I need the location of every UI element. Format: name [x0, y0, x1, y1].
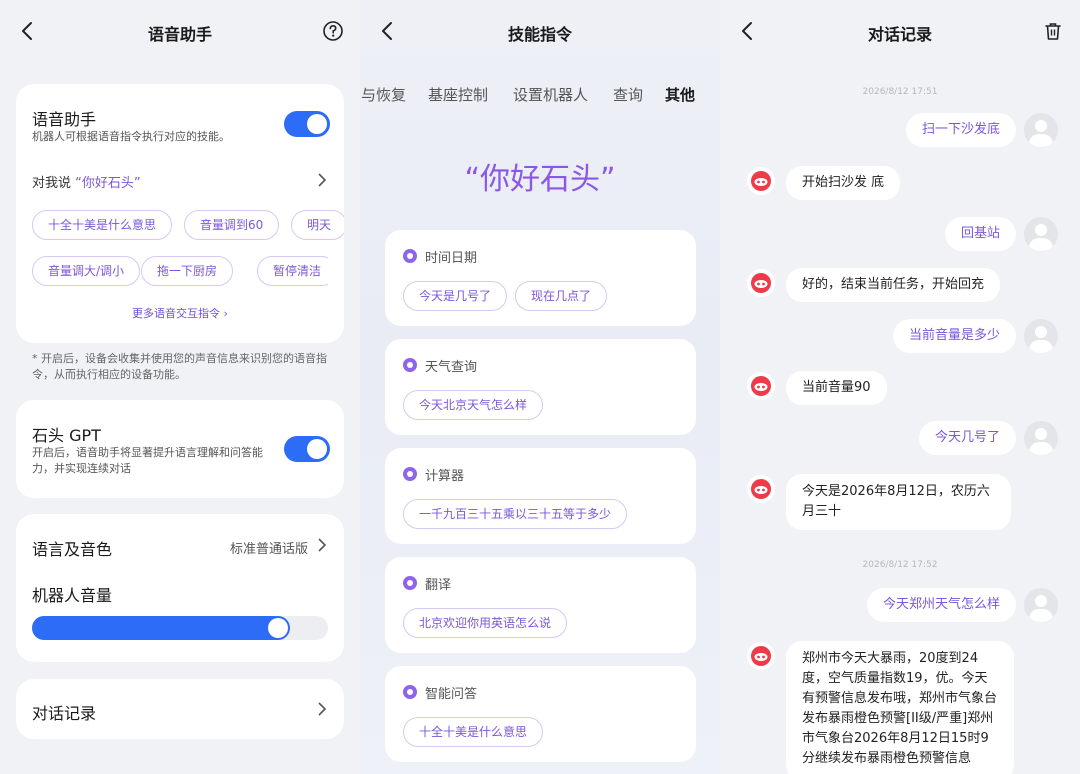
robot-message: 当前音量90	[786, 371, 887, 405]
timestamp: 2026/8/12 17:51	[862, 87, 938, 97]
user-message: 当前音量是多少	[892, 319, 1016, 353]
trash-icon[interactable]	[1042, 20, 1064, 42]
skill-example-chip[interactable]: 十全十美是什么意思	[403, 717, 544, 747]
robot-avatar-icon	[747, 167, 775, 195]
example-chip[interactable]: 暂停清洁	[257, 256, 328, 286]
user-avatar	[1024, 113, 1058, 147]
example-chips-row1: 十全十美是什么意思 音量调到60 明天	[32, 209, 344, 241]
skill-name: 计算器	[425, 469, 465, 484]
top-bar: 技能指令	[360, 0, 720, 62]
history-label: 对话记录	[32, 704, 97, 723]
skill-bullet-icon	[403, 685, 417, 699]
robot-message: 好的，结束当前任务，开始回充	[786, 268, 1001, 302]
user-avatar	[1024, 217, 1058, 251]
voice-assistant-panel: 语音助手 语音助手 机器人可根据语音指令执行对应的技能。 对我说 “你好石头” …	[0, 0, 360, 774]
skill-card-weather: 天气查询 今天北京天气怎么样	[385, 339, 696, 435]
voice-assistant-toggle[interactable]	[284, 111, 330, 137]
skill-example-chip[interactable]: 现在几点了	[515, 281, 608, 311]
robot-avatar-icon	[747, 372, 775, 400]
user-message: 今天郑州天气怎么样	[866, 588, 1016, 622]
user-message: 今天几号了	[918, 421, 1016, 455]
skill-card-qa: 智能问答 十全十美是什么意思	[385, 666, 696, 762]
gpt-card: 石头 GPT 开启后，语音助手将显著提升语言理解和问答能力，并实现连续对话	[16, 400, 344, 498]
wake-word-prefix: 对我说	[32, 176, 72, 191]
conversation-history-panel: 对话记录 2026/8/12 17:51 扫一下沙发底 开始扫沙发 底 回基站 …	[720, 0, 1080, 774]
voice-assistant-card: 语音助手 机器人可根据语音指令执行对应的技能。 对我说 “你好石头” 十全十美是…	[16, 84, 344, 343]
more-commands-link[interactable]: 更多语音交互指令 ›	[16, 305, 344, 321]
top-bar: 语音助手	[0, 0, 360, 62]
volume-slider[interactable]	[32, 616, 328, 640]
skill-card-time-date: 时间日期 今天是几号了 现在几点了	[385, 230, 696, 326]
skill-commands-panel: 技能指令 与恢复 基座控制 设置机器人 查询 其他 “你好石头” 时间日期 今天…	[360, 0, 720, 774]
user-avatar	[1024, 421, 1058, 455]
robot-message: 郑州市今天大暴雨，20度到24度，空气质量指数19，优。今天有预警信息发布哦，郑…	[786, 641, 1014, 774]
skill-name: 智能问答	[425, 687, 478, 702]
wake-word-heading: “你好石头”	[464, 162, 616, 197]
example-chip[interactable]: 音量调大/调小	[32, 256, 141, 286]
wake-word-row[interactable]: 对我说 “你好石头”	[32, 172, 141, 191]
skill-example-chip[interactable]: 今天是几号了	[403, 281, 508, 311]
skill-name: 天气查询	[425, 360, 478, 375]
robot-avatar-icon	[747, 269, 775, 297]
user-avatar	[1024, 588, 1058, 622]
skill-example-chip[interactable]: 今天北京天气怎么样	[403, 390, 544, 420]
gpt-title: 石头 GPT	[32, 426, 101, 445]
tab-robot-settings[interactable]: 设置机器人	[513, 84, 588, 105]
privacy-note: * 开启后，设备会收集并使用您的声音信息来识别您的语音指令，从而执行相应的设备功…	[32, 352, 327, 381]
volume-label: 机器人音量	[32, 586, 113, 605]
example-chips-row2: 音量调大/调小 拖一下厨房 暂停清洁	[32, 255, 328, 287]
help-icon[interactable]	[322, 20, 344, 42]
skill-name: 翻译	[425, 578, 452, 593]
tab-other[interactable]: 其他	[665, 84, 695, 105]
skill-bullet-icon	[403, 249, 417, 263]
example-chip[interactable]: 拖一下厨房	[141, 256, 234, 286]
example-chip[interactable]: 音量调到60	[184, 210, 280, 240]
language-voice-label: 语言及音色	[32, 540, 113, 559]
top-bar: 对话记录	[720, 0, 1080, 62]
language-voice-value[interactable]: 标准普通话版	[230, 538, 308, 557]
skill-card-calculator: 计算器 一千九百三十五乘以三十五等于多少	[385, 448, 696, 544]
skill-card-translate: 翻译 北京欢迎你用英语怎么说	[385, 557, 696, 653]
sound-settings-card: 语言及音色 标准普通话版 机器人音量	[16, 514, 344, 662]
chevron-right-icon[interactable]	[317, 702, 327, 716]
robot-avatar-icon	[747, 642, 775, 670]
example-chip[interactable]: 十全十美是什么意思	[32, 210, 173, 240]
tab-query[interactable]: 查询	[613, 84, 643, 105]
timestamp: 2026/8/12 17:52	[862, 560, 938, 570]
robot-message: 今天是2026年8月12日，农历六月三十	[786, 474, 1011, 530]
wake-word: “你好石头”	[75, 176, 141, 191]
page-title: 语音助手	[147, 25, 212, 44]
skill-example-chip[interactable]: 北京欢迎你用英语怎么说	[403, 608, 568, 638]
user-avatar	[1024, 319, 1058, 353]
chevron-right-icon[interactable]	[317, 538, 327, 552]
category-tabs: 与恢复 基座控制 设置机器人 查询 其他	[360, 84, 720, 108]
voice-assistant-desc: 机器人可根据语音指令执行对应的技能。	[32, 130, 230, 143]
skill-bullet-icon	[403, 467, 417, 481]
voice-assistant-title: 语音助手	[32, 110, 97, 129]
tab-base-control[interactable]: 基座控制	[428, 84, 488, 105]
page-title: 对话记录	[867, 25, 932, 44]
gpt-toggle[interactable]	[284, 436, 330, 462]
skill-bullet-icon	[403, 358, 417, 372]
skill-name: 时间日期	[425, 251, 478, 266]
skill-example-chip[interactable]: 一千九百三十五乘以三十五等于多少	[403, 499, 628, 529]
gpt-desc: 开启后，语音助手将显著提升语言理解和问答能力，并实现连续对话	[32, 446, 263, 475]
robot-avatar-icon	[747, 475, 775, 503]
page-title: 技能指令	[507, 25, 572, 44]
user-message: 回基站	[944, 217, 1016, 251]
example-chip[interactable]: 明天	[291, 210, 344, 240]
volume-slider-fill	[32, 616, 290, 640]
chevron-right-icon[interactable]	[317, 173, 327, 187]
volume-slider-handle[interactable]	[268, 618, 288, 638]
robot-message: 开始扫沙发 底	[786, 166, 901, 200]
user-message: 扫一下沙发底	[905, 113, 1016, 147]
history-card[interactable]: 对话记录	[16, 679, 344, 739]
skill-bullet-icon	[403, 576, 417, 590]
tab-restore[interactable]: 与恢复	[361, 84, 406, 105]
